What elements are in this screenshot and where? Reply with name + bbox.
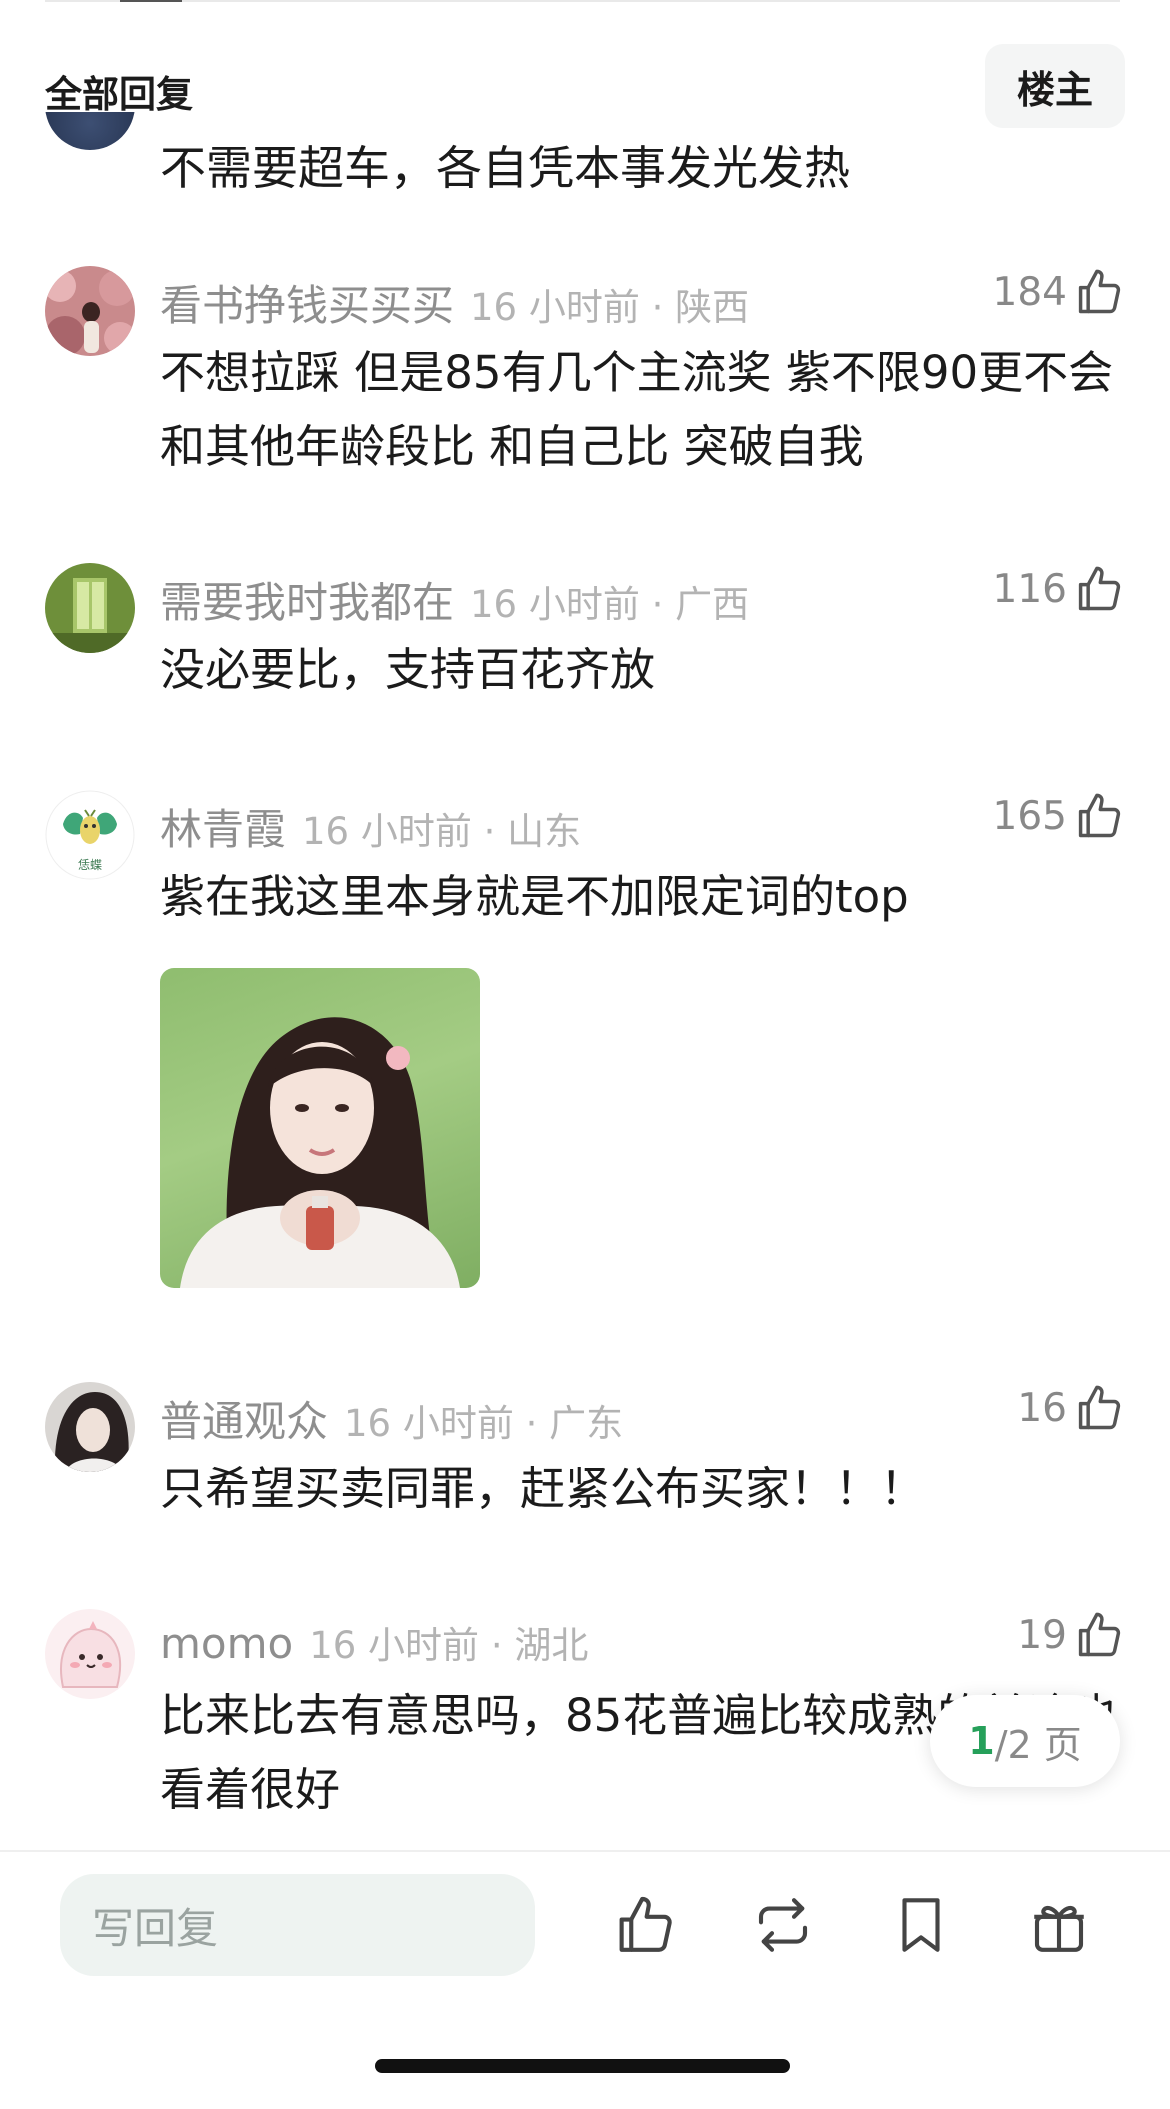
bookmark-icon[interactable] bbox=[888, 1892, 954, 1958]
thumbs-up-icon[interactable] bbox=[612, 1892, 678, 1958]
like-count: 165 bbox=[992, 793, 1067, 839]
avatar[interactable] bbox=[45, 1609, 135, 1699]
bottom-action-bar: 写回复 bbox=[0, 1850, 1170, 2109]
avatar[interactable] bbox=[45, 266, 135, 356]
username[interactable]: 林青霞 bbox=[160, 796, 286, 857]
page-title: 全部回复 bbox=[45, 73, 193, 116]
like-count: 184 bbox=[992, 269, 1067, 315]
username[interactable]: 看书挣钱买买买 bbox=[160, 272, 454, 333]
like-count: 116 bbox=[992, 566, 1067, 612]
home-indicator bbox=[375, 2059, 790, 2073]
top-divider-mark bbox=[120, 0, 182, 2]
thumbs-up-icon bbox=[1078, 269, 1121, 314]
owner-only-button[interactable]: 楼主 bbox=[985, 44, 1125, 128]
like-button[interactable]: 165 bbox=[993, 790, 1125, 842]
like-button[interactable]: 116 bbox=[993, 563, 1125, 615]
comment-text: 紫在我这里本身就是不加限定词的top bbox=[160, 870, 909, 923]
comment-image[interactable] bbox=[160, 968, 480, 1288]
comment-time-location: 16 小时前 · 陕西 bbox=[470, 286, 750, 329]
like-button[interactable]: 19 bbox=[1017, 1609, 1125, 1661]
avatar[interactable] bbox=[45, 112, 135, 150]
thumbs-up-icon bbox=[1078, 566, 1121, 611]
like-count: 16 bbox=[1017, 1385, 1067, 1431]
like-button[interactable]: 184 bbox=[993, 266, 1125, 318]
current-page: 1 bbox=[968, 1719, 995, 1763]
avatar[interactable]: 恁蝶 bbox=[45, 790, 135, 880]
like-button[interactable]: 16 bbox=[1017, 1382, 1125, 1434]
username[interactable]: 普通观众 bbox=[160, 1388, 328, 1449]
avatar-label: 恁蝶 bbox=[77, 858, 102, 872]
reply-input[interactable]: 写回复 bbox=[60, 1874, 535, 1976]
page-indicator[interactable]: 1/2 页 bbox=[930, 1695, 1120, 1787]
replies-header: 全部回复 楼主 bbox=[0, 20, 1170, 128]
avatar[interactable] bbox=[45, 563, 135, 653]
comment-time-location: 16 小时前 · 广西 bbox=[470, 583, 750, 626]
gift-icon[interactable] bbox=[1026, 1892, 1092, 1958]
username[interactable]: momo bbox=[160, 1619, 293, 1668]
comment-time-location: 16 小时前 · 湖北 bbox=[309, 1624, 589, 1667]
top-divider bbox=[45, 0, 1120, 2]
total-pages: /2 页 bbox=[994, 1722, 1082, 1767]
comment-time-location: 16 小时前 · 广东 bbox=[344, 1402, 624, 1445]
comment-text: 不需要超车，各自凭本事发光发热 bbox=[160, 141, 850, 195]
comment-text: 没必要比，支持百花齐放 bbox=[160, 643, 656, 696]
comment-time-location: 16 小时前 · 山东 bbox=[302, 810, 582, 853]
thumbs-up-icon bbox=[1078, 1612, 1121, 1657]
like-count: 19 bbox=[1017, 1612, 1067, 1658]
avatar[interactable] bbox=[45, 1382, 135, 1472]
username[interactable]: 需要我时我都在 bbox=[160, 569, 454, 630]
thumbs-up-icon bbox=[1078, 793, 1121, 838]
thumbs-up-icon bbox=[1078, 1385, 1121, 1430]
repost-icon[interactable] bbox=[750, 1892, 816, 1958]
comment-text: 不想拉踩 但是85有几个主流奖 紫不限90更不会和其他年龄段比 和自己比 突破自… bbox=[160, 346, 1114, 473]
comment-text: 只希望买卖同罪，赶紧公布买家！！！ bbox=[160, 1462, 926, 1515]
